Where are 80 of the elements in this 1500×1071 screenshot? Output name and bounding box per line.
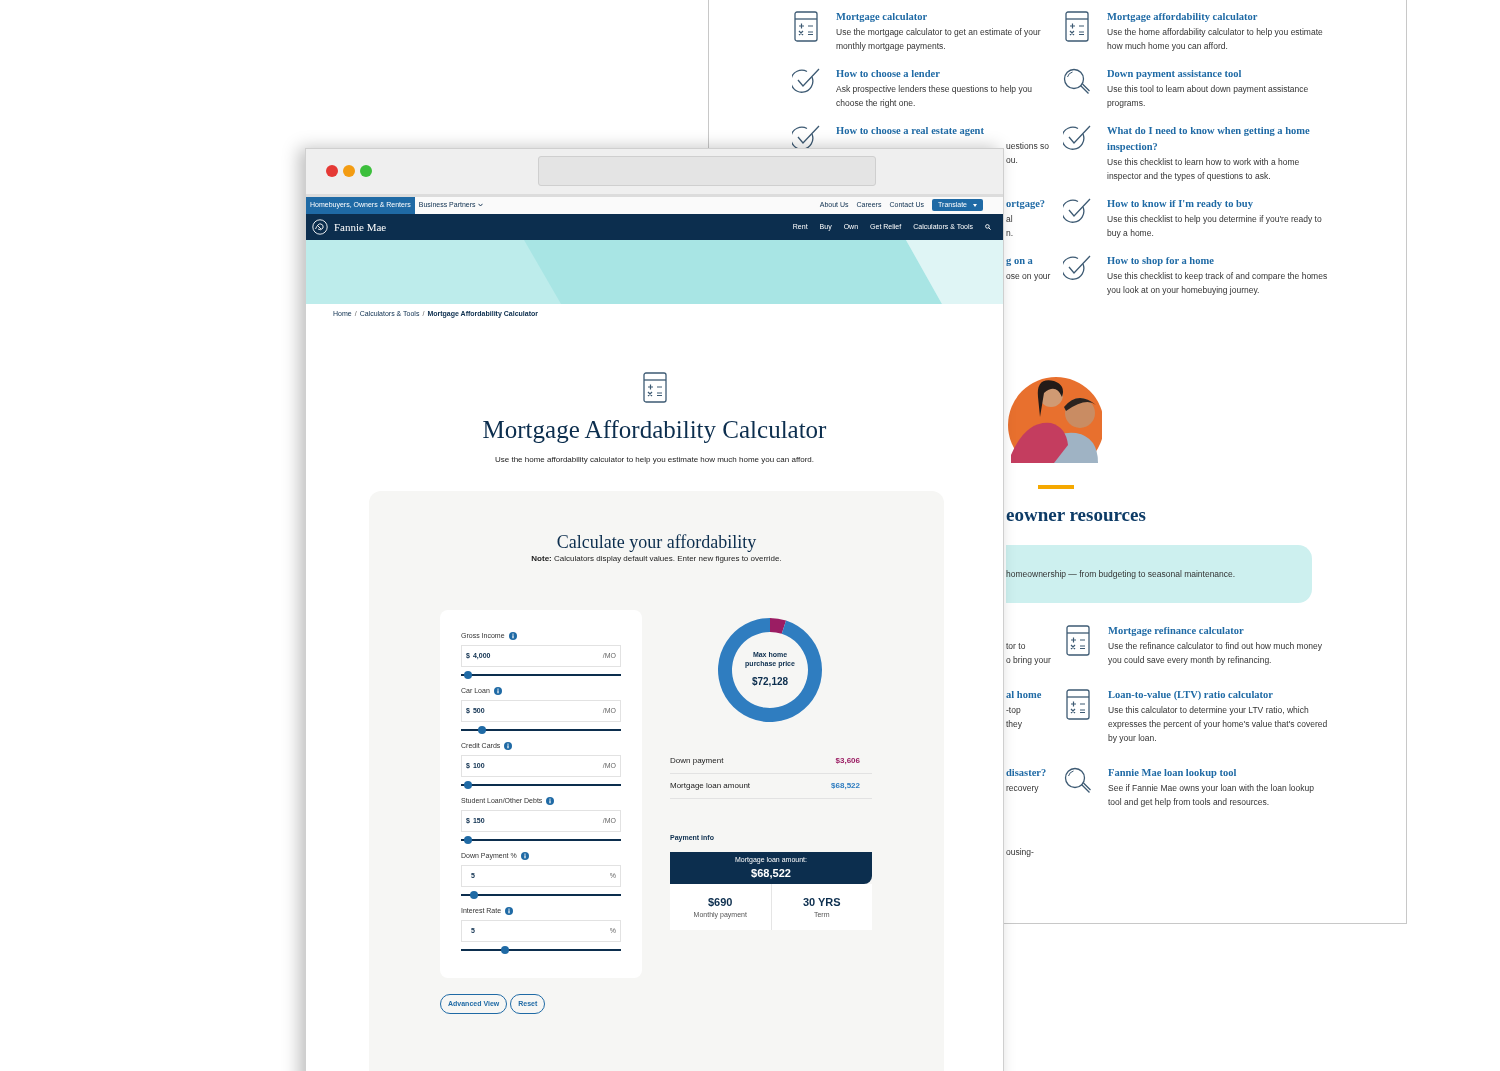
resource-link[interactable]: How to choose a real estate agent	[836, 123, 1058, 139]
banner-value: $68,522	[751, 866, 791, 882]
resource-link[interactable]: How to choose a lender	[836, 66, 1058, 82]
checkmark-circle-icon	[1063, 255, 1091, 281]
resource-description: they	[1006, 718, 1024, 731]
resource-description: recovery	[1006, 782, 1040, 795]
checkmark-circle-icon	[1063, 125, 1091, 151]
resource-description: Ask prospective lenders these questions to help you choose the right one.	[836, 83, 1034, 110]
slider-thumb[interactable]	[470, 890, 479, 899]
search-icon	[1064, 767, 1092, 795]
resource-description: uestions so	[1006, 140, 1050, 153]
resource-description: al	[1006, 213, 1014, 226]
checkmark-circle-icon	[1063, 198, 1091, 224]
calculator-icon	[1065, 11, 1089, 42]
calculator-icon	[1066, 689, 1090, 720]
summary-value: $68,522	[831, 779, 860, 792]
info-icon[interactable]	[520, 851, 529, 860]
payment-value: $690	[708, 894, 733, 910]
summary-value: $3,606	[835, 754, 860, 767]
resource-description: Use the mortgage calculator to get an estimate of your monthly mortgage payments.	[836, 26, 1042, 53]
donut-value: $72,128	[751, 675, 789, 690]
search-icon[interactable]	[985, 224, 991, 230]
resource-description: Use this calculator to determine your LTV ratio, which expresses the percent of your home's value that's covered by your loan.	[1108, 704, 1329, 745]
slider-thumb[interactable]	[463, 670, 472, 679]
resource-description: Use this checklist to help you determine if you're ready to buy a home.	[1107, 213, 1323, 240]
slider-thumb[interactable]	[463, 835, 472, 844]
calculator-icon	[1066, 625, 1090, 656]
slider-thumb[interactable]	[500, 945, 509, 954]
checkmark-circle-icon	[792, 68, 820, 94]
banner-text: homeownership — from budgeting to seasonal maintenance.	[1006, 567, 1236, 581]
resource-description: Use this checklist to learn how to work with a home inspector and the types of questions to ask.	[1107, 156, 1301, 183]
resource-link[interactable]: What do I need to know when getting a home inspection?	[1107, 123, 1329, 155]
accent-bar	[1038, 485, 1074, 489]
calculator-icon	[642, 371, 667, 403]
page-subtitle: Use the home affordability calculator to help you estimate how much home you can afford.	[495, 453, 814, 466]
resource-link[interactable]: Loan-to-value (LTV) ratio calculator	[1108, 687, 1330, 703]
resource-description: tor to	[1006, 640, 1027, 653]
resource-description: Use this checklist to keep track of and compare the homes you look at on your homebuying journey.	[1107, 270, 1329, 297]
resource-link[interactable]: Down payment assistance tool	[1107, 66, 1329, 82]
resource-description: ou.	[1006, 154, 1019, 167]
caret-icon	[973, 203, 977, 207]
resource-link[interactable]: How to know if I'm ready to buy	[1107, 196, 1329, 212]
resource-description: o bring your	[1006, 654, 1052, 667]
summary-label: Down payment	[670, 754, 724, 767]
logo-text[interactable]: Fannie Mae	[334, 218, 387, 236]
resource-description: Use the home affordability calculator to help you estimate how much home you can afford.	[1107, 26, 1324, 53]
info-icon[interactable]	[508, 631, 517, 640]
calculator-heading: Calculate your affordability	[555, 530, 758, 553]
slider-thumb[interactable]	[463, 780, 472, 789]
resource-link[interactable]: Mortgage affordability calculator	[1107, 9, 1329, 25]
page-title: Mortgage Affordability Calculator	[482, 414, 827, 445]
calculator-note: Note: Calculators display default values. Enter new figures to override.	[530, 552, 783, 565]
info-icon[interactable]	[493, 686, 502, 695]
resource-link[interactable]: ortgage?	[1006, 196, 1058, 212]
resource-description: ousing-	[1006, 846, 1035, 859]
info-icon[interactable]	[546, 796, 555, 805]
info-icon[interactable]	[505, 906, 514, 915]
resource-link[interactable]: Mortgage calculator	[836, 9, 1058, 25]
calculator-icon	[794, 11, 818, 42]
resource-link[interactable]: Mortgage refinance calculator	[1108, 623, 1330, 639]
slider-thumb[interactable]	[478, 725, 487, 734]
section-heading: eowner resources	[1006, 503, 1147, 527]
resource-description: ose on your	[1006, 270, 1052, 283]
resource-link[interactable]: How to shop for a home	[1107, 253, 1329, 269]
resource-link[interactable]: disaster?	[1006, 765, 1065, 781]
resource-description: -top	[1006, 704, 1022, 717]
checkmark-circle-icon	[792, 125, 820, 151]
chevron-down-icon	[477, 203, 483, 208]
info-icon[interactable]	[504, 741, 513, 750]
payment-value: 30 YRS	[802, 894, 841, 910]
resource-link[interactable]: Fannie Mae loan lookup tool	[1108, 765, 1330, 781]
resource-description: n.	[1006, 227, 1015, 240]
resource-description: See if Fannie Mae owns your loan with the loan lookup tool and get help from tools and resources.	[1108, 782, 1315, 809]
logo-icon	[312, 219, 328, 235]
search-icon	[1063, 68, 1091, 96]
resource-link[interactable]: g on a	[1006, 253, 1058, 269]
resource-description: Use the refinance calculator to find out how much money you could save every month by refinancing.	[1108, 640, 1324, 667]
resource-link[interactable]: al home	[1006, 687, 1065, 703]
summary-label: Mortgage loan amount	[670, 779, 751, 792]
resource-description: Use this tool to learn about down payment assistance programs.	[1107, 83, 1310, 110]
